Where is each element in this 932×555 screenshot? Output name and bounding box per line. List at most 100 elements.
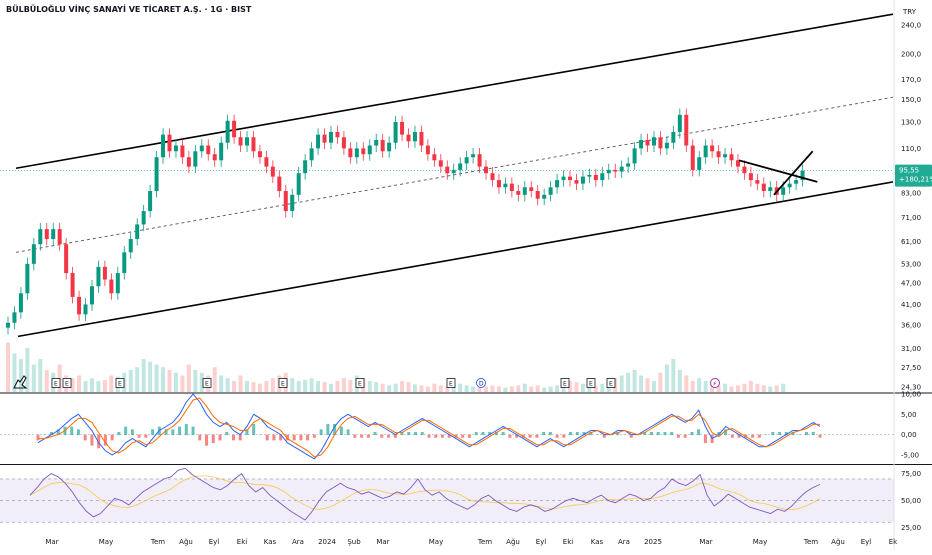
volume-bar bbox=[328, 383, 333, 392]
volume-bar bbox=[626, 372, 631, 392]
volume-bar bbox=[96, 381, 101, 392]
macd-histogram-bar bbox=[265, 434, 269, 441]
macd-signal-line bbox=[38, 397, 820, 458]
macd-histogram-bar bbox=[764, 434, 768, 436]
volume-bar bbox=[109, 375, 114, 392]
candle-body bbox=[787, 183, 792, 188]
volume-bar bbox=[77, 375, 82, 392]
volume-bar bbox=[322, 382, 327, 392]
x-axis-label: Şub bbox=[347, 538, 361, 546]
macd-histogram-bar bbox=[178, 426, 182, 436]
candle-body bbox=[328, 131, 333, 143]
candle-body bbox=[161, 134, 166, 158]
volume-bar bbox=[257, 383, 262, 392]
price-tick-label: 110,0 bbox=[901, 145, 921, 153]
candle-body bbox=[509, 183, 514, 192]
macd-histogram-bar bbox=[663, 431, 667, 436]
event-badge-label: E bbox=[609, 381, 613, 388]
chart-canvas[interactable]: 240,0 200,0 170,0 150,0 130,0 110,0 83,00 71,00… bbox=[0, 0, 932, 550]
x-axis-label: Ağu bbox=[506, 538, 520, 546]
macd-histogram-bar bbox=[43, 434, 47, 436]
chart-root: 240,0 200,0 170,0 150,0 130,0 110,0 83,00 71,00… bbox=[0, 0, 932, 550]
macd-histogram-bar bbox=[171, 429, 175, 436]
candle-body bbox=[458, 163, 463, 170]
candle-body bbox=[57, 229, 62, 245]
x-axis-label: Eyl bbox=[209, 538, 220, 546]
volume-bar bbox=[290, 378, 295, 392]
candle-body bbox=[471, 154, 476, 158]
volume-bar bbox=[25, 348, 30, 392]
candle-body bbox=[477, 154, 482, 167]
volume-bar bbox=[251, 382, 256, 392]
macd-histogram-bar bbox=[272, 434, 276, 441]
macd-histogram-bar bbox=[373, 431, 377, 436]
volume-bar bbox=[341, 378, 346, 392]
volume-bar bbox=[703, 381, 708, 392]
candle-body bbox=[664, 142, 669, 149]
macd-histogram-bar bbox=[562, 434, 566, 438]
candle-body bbox=[600, 173, 605, 181]
candle-body bbox=[742, 166, 747, 174]
candle-body bbox=[781, 187, 786, 195]
macd-histogram-bar bbox=[211, 434, 215, 444]
macd-histogram-bar bbox=[110, 434, 114, 441]
macd-histogram-bar bbox=[184, 424, 188, 436]
volume-bar bbox=[31, 364, 36, 392]
volume-bar bbox=[186, 364, 191, 392]
candle-body bbox=[374, 139, 379, 146]
volume-bar bbox=[18, 359, 23, 392]
macd-histogram-bar bbox=[811, 431, 815, 436]
x-axis-label: Eyl bbox=[861, 538, 872, 546]
candle-body bbox=[768, 187, 773, 192]
volume-bar bbox=[658, 372, 663, 392]
chart-title: BÜLBÜLOĞLU VİNÇ SANAYİ VE TİCARET A.Ş. ·… bbox=[6, 5, 252, 14]
candle-body bbox=[729, 154, 734, 161]
candle-body bbox=[574, 180, 579, 184]
candle-body bbox=[18, 293, 23, 313]
macd-histogram-bar bbox=[258, 434, 262, 436]
candle-body bbox=[580, 176, 585, 184]
candle-body bbox=[277, 176, 282, 192]
volume-bar bbox=[639, 375, 644, 392]
candle-body bbox=[406, 134, 411, 142]
candle-body bbox=[38, 229, 43, 245]
candle-body bbox=[173, 145, 178, 152]
x-axis-label: Mar bbox=[376, 538, 389, 546]
macd-histogram-bar bbox=[703, 434, 707, 444]
macd-histogram-bar bbox=[730, 434, 734, 438]
candle-body bbox=[219, 142, 224, 161]
candle-body bbox=[432, 154, 437, 161]
candle-body bbox=[44, 229, 49, 240]
volume-bar bbox=[425, 386, 430, 392]
volume-bar bbox=[412, 384, 417, 392]
volume-bar bbox=[600, 383, 605, 392]
candle-body bbox=[122, 252, 127, 274]
volume-bar bbox=[574, 382, 579, 392]
volume-bar bbox=[684, 375, 689, 392]
x-axis-label: 2025 bbox=[644, 538, 662, 546]
candle-body bbox=[451, 169, 456, 174]
volume-bar bbox=[632, 370, 637, 392]
last-price-change: +180,21% bbox=[899, 176, 932, 184]
macd-histogram-bar bbox=[346, 429, 350, 436]
volume-bar bbox=[664, 364, 669, 392]
candle-body bbox=[12, 312, 17, 323]
candle-body bbox=[697, 157, 702, 170]
candle-body bbox=[690, 145, 695, 170]
volume-bar bbox=[464, 385, 469, 392]
rsi-tick-label: 25,00 bbox=[901, 524, 921, 532]
macd-histogram-bar bbox=[427, 434, 431, 438]
price-tick-label: 27,50 bbox=[901, 364, 921, 372]
price-tick-label: 36,00 bbox=[901, 322, 921, 330]
volume-bar bbox=[393, 383, 398, 392]
candle-body bbox=[283, 191, 288, 212]
x-axis-label: May bbox=[429, 538, 443, 546]
macd-histogram-bar bbox=[420, 431, 424, 436]
macd-histogram-bar bbox=[596, 434, 600, 436]
x-axis-label: Ek bbox=[889, 538, 898, 546]
macd-histogram-bar bbox=[151, 429, 155, 436]
candle-body bbox=[619, 166, 624, 172]
volume-bar bbox=[580, 383, 585, 392]
x-axis-label: Kas bbox=[591, 538, 604, 546]
macd-histogram-bar bbox=[467, 434, 471, 438]
